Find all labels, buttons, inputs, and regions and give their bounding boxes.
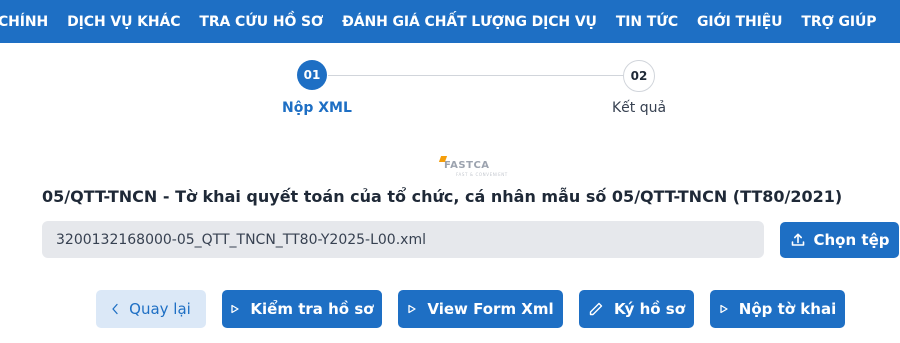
- view-form-xml-label: View Form Xml: [427, 300, 554, 318]
- upload-icon: [790, 232, 814, 248]
- stepper-connector-line: [328, 75, 624, 76]
- nav-item-tro-giup[interactable]: TRỢ GIÚP: [801, 14, 876, 30]
- submit-declaration-label: Nộp tờ khai: [738, 300, 837, 318]
- nav-item-danh-gia-chat-luong[interactable]: ĐÁNH GIÁ CHẤT LƯỢNG DỊCH VỤ: [342, 14, 597, 30]
- nav-item-tra-cuu-ho-so[interactable]: TRA CỨU HỒ SƠ: [199, 14, 323, 30]
- step-2-circle: 02: [623, 60, 655, 92]
- watermark-subtext: FAST & CONVENIENT: [456, 172, 508, 177]
- sign-dossier-label: Ký hồ sơ: [613, 300, 686, 318]
- selected-file-field[interactable]: 3200132168000-05_QTT_TNCN_TT80-Y2025-L00…: [42, 221, 764, 258]
- step-1-circle: 01: [297, 60, 327, 90]
- sign-dossier-button[interactable]: Ký hồ sơ: [579, 290, 694, 328]
- nav-item-tin-tuc[interactable]: TIN TỨC: [616, 14, 678, 30]
- choose-file-label: Chọn tệp: [813, 231, 890, 249]
- watermark-text: FASTCA: [444, 160, 490, 171]
- nav-item-dich-vu-khac[interactable]: DỊCH VỤ KHÁC: [67, 14, 180, 30]
- play-outline-icon: [719, 304, 729, 314]
- submit-declaration-button[interactable]: Nộp tờ khai: [710, 290, 845, 328]
- check-dossier-button[interactable]: Kiểm tra hồ sơ: [222, 290, 382, 328]
- step-1-label: Nộp XML: [282, 100, 352, 116]
- check-dossier-label: Kiểm tra hồ sơ: [250, 300, 374, 318]
- back-button-label: Quay lại: [129, 300, 191, 318]
- play-outline-icon: [407, 304, 417, 314]
- step-2-label: Kết quả: [612, 100, 667, 116]
- view-form-xml-button[interactable]: View Form Xml: [398, 290, 563, 328]
- top-navigation-bar: CHÍNH DỊCH VỤ KHÁC TRA CỨU HỒ SƠ ĐÁNH GI…: [0, 0, 900, 43]
- form-title: 05/QTT-TNCN - Tờ khai quyết toán của tổ …: [42, 187, 843, 206]
- choose-file-button[interactable]: Chọn tệp: [780, 222, 899, 258]
- pen-icon: [588, 301, 604, 317]
- fastca-watermark-logo: FASTCA FAST & CONVENIENT: [438, 155, 516, 177]
- back-button[interactable]: Quay lại: [96, 290, 206, 328]
- chevron-left-icon: [111, 303, 119, 315]
- play-outline-icon: [230, 304, 240, 314]
- progress-stepper: 01 02 Nộp XML Kết quả: [0, 60, 900, 120]
- nav-item-gioi-thieu[interactable]: GIỚI THIỆU: [697, 14, 783, 30]
- nav-item-chinh[interactable]: CHÍNH: [0, 14, 48, 30]
